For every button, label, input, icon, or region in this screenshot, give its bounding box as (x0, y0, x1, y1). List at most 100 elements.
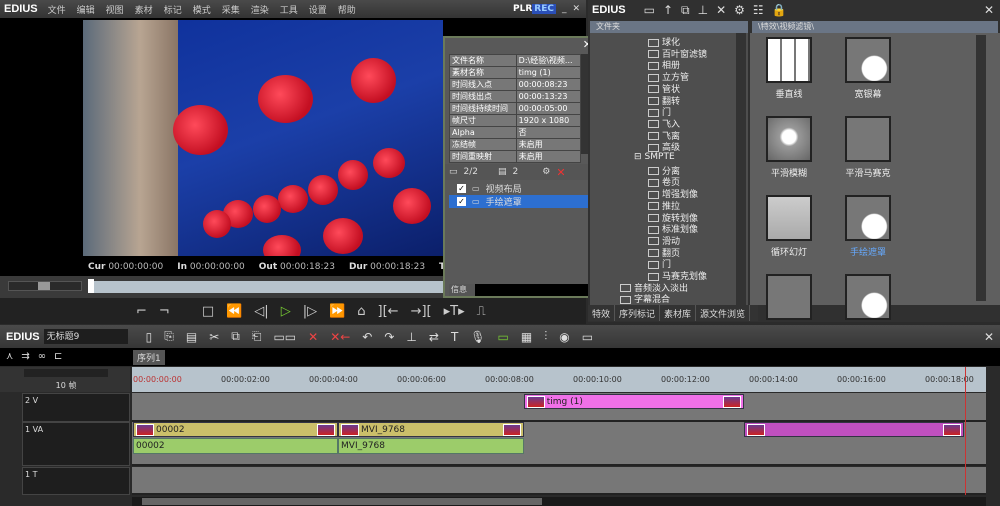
delete-icon[interactable]: ✕ (308, 330, 318, 344)
video-clip[interactable]: 00002 (133, 422, 339, 437)
shuttle-handle[interactable] (38, 282, 50, 290)
overwrite-icon[interactable]: →][ (411, 304, 432, 319)
effect-thumbnail[interactable] (845, 274, 891, 320)
effect-label[interactable]: 平滑马赛克 (833, 166, 903, 179)
filter-item[interactable]: ✓ ▭ 手绘遮罩 (449, 195, 593, 208)
new-folder-icon[interactable]: ⧉ (681, 3, 690, 18)
loudness-icon[interactable]: ◉ (559, 330, 569, 344)
tab-0[interactable]: 特效 (588, 305, 616, 321)
replace-icon[interactable]: ▭▭ (273, 330, 296, 344)
effect-thumbnail[interactable] (845, 195, 891, 241)
zoom-level[interactable]: 10 帧 (24, 380, 108, 391)
grid-icon[interactable]: ▦ (521, 330, 532, 344)
view-icon[interactable]: ☷ (753, 3, 764, 17)
track-lock-icon[interactable] (2, 467, 20, 495)
menu-item[interactable]: 视图 (106, 3, 124, 16)
video-clip[interactable] (743, 422, 964, 437)
effect-label[interactable]: 宽银幕 (833, 87, 903, 100)
timeline-ruler[interactable]: 00:00:00:00 00:00:02:00 00:00:04:00 00:00:0… (132, 367, 986, 392)
effect-label[interactable]: 循环幻灯 (754, 245, 824, 258)
audio-clip[interactable]: 00002 (133, 438, 339, 454)
track-header[interactable]: 1 VA (22, 422, 130, 466)
step-back-icon[interactable]: ◁| (254, 304, 268, 319)
video-clip[interactable]: MVI_9768 (338, 422, 524, 437)
menu-item[interactable]: 帮助 (338, 3, 356, 16)
close-icon[interactable]: ✕ (984, 3, 994, 17)
tab-1[interactable]: 序列标记 (615, 305, 661, 321)
effect-label[interactable]: 垂直线 (754, 87, 824, 100)
stop-icon[interactable]: □ (202, 304, 214, 319)
settings-icon[interactable]: ⚙ (542, 167, 550, 177)
checkbox[interactable]: ✓ (457, 184, 466, 193)
delete-icon[interactable]: ✕ (556, 166, 565, 179)
effect-thumbnail[interactable] (845, 37, 891, 83)
menu-item[interactable]: 文件 (48, 3, 66, 16)
redo-icon[interactable]: ↷ (384, 330, 394, 344)
rec-label[interactable]: REC (532, 4, 556, 14)
playhead[interactable] (88, 279, 94, 293)
effect-thumbnail[interactable] (766, 116, 812, 162)
filter-item[interactable]: ✓ ▭ 视频布局 (449, 182, 593, 195)
insert-icon[interactable]: ][← (378, 304, 399, 319)
delete-icon[interactable]: ✕ (716, 3, 726, 17)
export-icon[interactable]: ▭ (498, 330, 509, 344)
lock-icon[interactable]: 🔒 (772, 3, 787, 17)
menu-item[interactable]: 编辑 (77, 3, 95, 16)
set-out-icon[interactable]: ¬ (159, 304, 170, 319)
effect-thumbnail[interactable] (766, 37, 812, 83)
effect-label[interactable]: 平滑模糊 (754, 166, 824, 179)
effect-thumbnail[interactable] (766, 274, 812, 320)
track-header[interactable]: 1 T (22, 467, 130, 495)
tree-item[interactable]: 字幕混合 (620, 292, 670, 305)
open-icon[interactable]: ⎘ (164, 329, 174, 344)
track-header[interactable]: 2 V (22, 393, 130, 422)
mixer-icon[interactable]: ⫶ (544, 329, 547, 344)
output-icon[interactable]: ⎍ (477, 304, 486, 319)
menu-item[interactable]: 设置 (309, 3, 327, 16)
info-close-icon[interactable]: ✕ (445, 38, 595, 51)
video-clip[interactable]: timg (1) (523, 394, 744, 409)
tab-3[interactable]: 源文件浏览 (696, 305, 751, 321)
menu-item[interactable]: 渲染 (251, 3, 269, 16)
set-in-icon[interactable]: ⌐ (136, 304, 147, 319)
marker-icon[interactable]: ⊥ (406, 330, 416, 344)
menu-item[interactable]: 采集 (222, 3, 240, 16)
mic-icon[interactable]: 🎙 (470, 330, 485, 344)
effect-thumbnail[interactable] (766, 195, 812, 241)
track-lock-icon[interactable] (2, 393, 20, 422)
menu-item[interactable]: 标记 (164, 3, 182, 16)
import-icon[interactable]: ⊥ (698, 3, 708, 17)
effect-label[interactable]: 手绘遮罩 (833, 245, 903, 258)
copy-icon[interactable]: ⧉ (231, 329, 240, 344)
zoom-slider[interactable] (24, 369, 108, 377)
sync-icon[interactable]: ⇄ (429, 330, 439, 344)
track-tools-icon[interactable]: ⋏⇉∞⊏ (6, 351, 70, 362)
new-icon[interactable]: ▯ (146, 330, 153, 344)
trim-icon[interactable]: ▸T▸ (444, 304, 465, 319)
step-forward-icon[interactable]: |▷ (303, 304, 317, 319)
undo-icon[interactable]: ↶ (362, 330, 372, 344)
window-icon[interactable]: ▭ (582, 330, 593, 344)
audio-clip[interactable]: MVI_9768 (338, 438, 524, 454)
loop-icon[interactable]: ⌂ (357, 304, 365, 319)
up-icon[interactable]: ↑ (663, 3, 673, 17)
timeline-scrollbar[interactable] (132, 497, 986, 506)
tab-2[interactable]: 素材库 (660, 305, 697, 321)
track-lock-icon[interactable] (2, 422, 20, 466)
save-icon[interactable]: ▤ (186, 330, 197, 344)
folder-icon[interactable]: ▭ (644, 3, 655, 17)
tree-scrollbar[interactable] (736, 33, 746, 305)
close-icon[interactable]: ✕ (984, 330, 994, 344)
thumb-scrollbar[interactable] (976, 35, 986, 301)
ripple-delete-icon[interactable]: ✕← (330, 330, 350, 344)
paste-icon[interactable]: ⎗ (252, 329, 262, 344)
play-icon[interactable]: ▷ (281, 304, 291, 319)
effect-thumbnail[interactable] (845, 116, 891, 162)
title-icon[interactable]: T (451, 330, 458, 344)
menu-item[interactable]: 模式 (193, 3, 211, 16)
fast-forward-icon[interactable]: ⏩ (329, 304, 345, 319)
cut-icon[interactable]: ✂ (209, 330, 219, 344)
tree-item[interactable]: ⊟ SMPTE (634, 152, 675, 162)
tab-sequence1[interactable]: 序列1 (133, 350, 165, 365)
checkbox[interactable]: ✓ (457, 197, 466, 206)
